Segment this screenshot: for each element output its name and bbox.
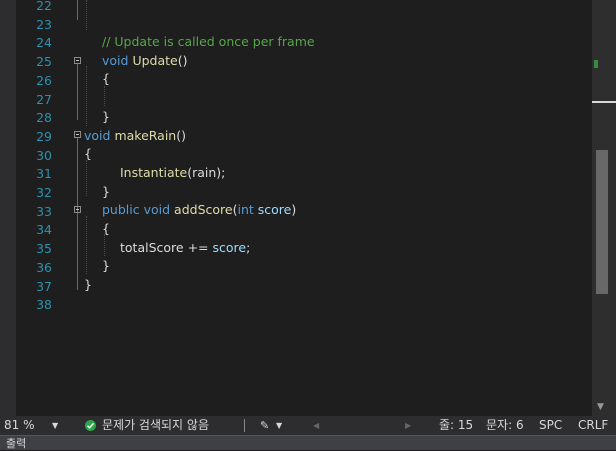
zoom-dropdown-icon[interactable]: ▼ xyxy=(52,416,58,435)
check-icon xyxy=(85,420,96,431)
line-number: 26 xyxy=(36,72,52,88)
code-line-30: { xyxy=(84,146,92,162)
keyword: public xyxy=(102,202,140,218)
line-number: 37 xyxy=(36,278,52,294)
line-number: 23 xyxy=(36,16,52,32)
line-number: 22 xyxy=(36,0,52,13)
spacing-indicator[interactable]: SPC xyxy=(539,416,562,435)
line-ending-indicator[interactable]: CRLF xyxy=(578,416,608,435)
line-number: 30 xyxy=(36,147,52,163)
punctuation: ; xyxy=(246,239,251,255)
punctuation: ) xyxy=(291,202,297,218)
collapse-toggle-icon[interactable] xyxy=(74,57,81,64)
keyword: void xyxy=(84,127,111,143)
line-number: 32 xyxy=(36,185,52,200)
variable: totalScore += xyxy=(120,239,213,255)
code-line-32: } xyxy=(102,183,110,199)
code-line-26: { xyxy=(102,71,110,87)
indent-guide xyxy=(86,160,87,196)
code-line-33: public void addScore(int score) xyxy=(102,201,296,220)
scroll-left-arrow-icon[interactable]: ◀ xyxy=(313,416,319,435)
code-comment: // Update is called once per frame xyxy=(102,34,315,49)
scroll-down-arrow-icon[interactable]: ▼ xyxy=(597,402,604,412)
line-indicator[interactable]: 줄: 15 xyxy=(439,416,473,435)
function-name: Instantiate xyxy=(120,164,188,180)
line-number: 38 xyxy=(36,297,52,313)
zoom-level[interactable]: 81 % xyxy=(4,416,35,435)
code-line-25: void Update() xyxy=(102,52,187,71)
punctuation: () xyxy=(177,52,188,68)
code-text: (rain); xyxy=(187,164,226,180)
line-number: 31 xyxy=(36,166,52,182)
line-number: 36 xyxy=(36,259,52,275)
status-bar: 81 % ▼ 문제가 검색되지 않음 ✎ ▼ ◀ ▶ 줄: 15 문자: 6 S… xyxy=(0,416,616,435)
outline-line xyxy=(77,64,78,120)
indent-guide xyxy=(86,0,87,30)
line-number: 24 xyxy=(36,35,52,51)
function-name: makeRain xyxy=(114,127,177,143)
left-margin-strip xyxy=(0,0,16,416)
scroll-right-arrow-icon[interactable]: ▶ xyxy=(405,416,411,435)
code-line-37: } xyxy=(84,277,92,293)
outline-line xyxy=(77,138,78,290)
code-line-28: } xyxy=(102,108,110,124)
issues-status[interactable]: 문제가 검색되지 않음 xyxy=(102,416,209,435)
indent-guide xyxy=(86,216,87,274)
parameter: score xyxy=(257,202,292,218)
function-name: Update xyxy=(132,52,178,68)
brush-dropdown-icon[interactable]: ▼ xyxy=(276,416,282,435)
line-number: 29 xyxy=(36,128,52,144)
char-indicator[interactable]: 문자: 6 xyxy=(486,416,524,435)
line-number: 33 xyxy=(36,203,52,219)
outline-line xyxy=(77,0,78,20)
scrollbar-change-marker xyxy=(594,60,598,68)
line-number: 35 xyxy=(36,241,52,257)
function-name: addScore xyxy=(174,202,233,218)
output-panel-header: 출력 xyxy=(0,435,616,450)
line-number: 28 xyxy=(36,110,52,126)
line-number: 25 xyxy=(36,54,52,70)
code-line-36: } xyxy=(102,258,110,274)
parameter: score xyxy=(212,239,247,255)
collapse-toggle-icon[interactable] xyxy=(74,131,81,138)
scrollbar-thumb[interactable] xyxy=(596,150,608,294)
line-number: 34 xyxy=(36,222,52,238)
line-number: 27 xyxy=(36,91,52,107)
divider xyxy=(244,419,245,432)
code-line-29: void makeRain() xyxy=(84,127,186,146)
code-line-35: totalScore += score; xyxy=(120,239,250,258)
code-line-34: { xyxy=(102,221,110,236)
scrollbar-caret-marker xyxy=(592,101,616,103)
keyword: int xyxy=(237,202,254,218)
keyword: void xyxy=(143,202,171,218)
code-line-31: Instantiate(rain); xyxy=(120,164,225,183)
punctuation: () xyxy=(176,127,186,143)
brush-icon[interactable]: ✎ xyxy=(260,416,269,435)
indent-guide xyxy=(86,66,87,126)
collapse-toggle-icon[interactable] xyxy=(74,206,81,213)
keyword: void xyxy=(102,52,129,68)
